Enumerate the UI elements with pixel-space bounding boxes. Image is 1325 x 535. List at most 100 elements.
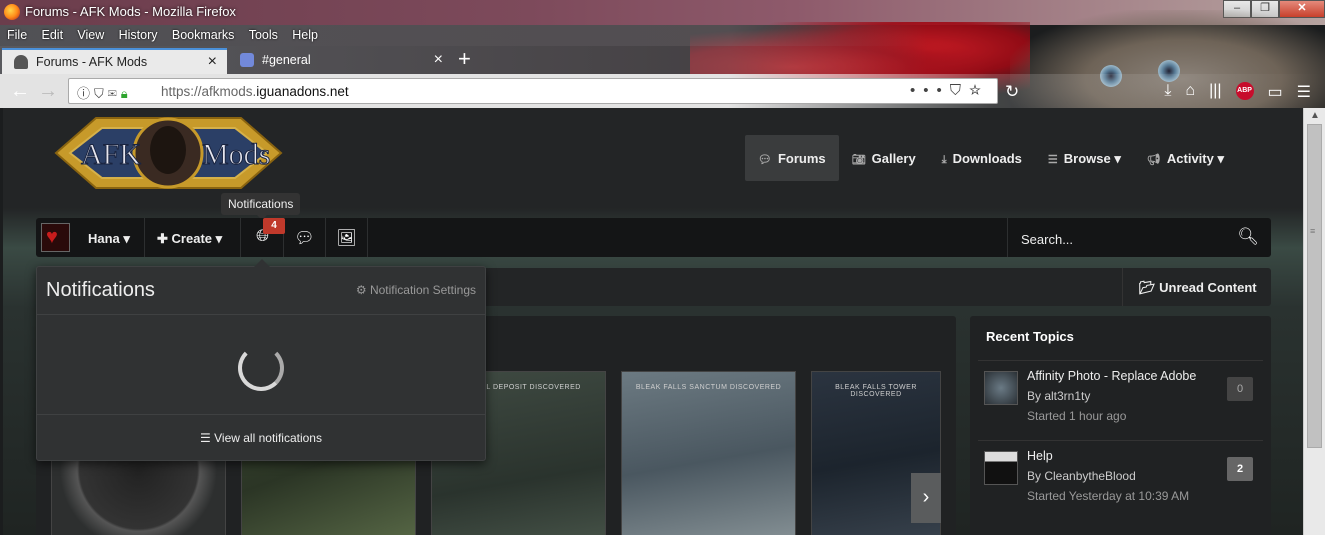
reply-count: 2 <box>1227 457 1253 481</box>
plus-icon: ✚ <box>157 231 168 246</box>
lock-icon: 🔒︎ <box>120 86 132 101</box>
download-icon: ⤓ <box>941 154 947 166</box>
chat-bubbles-icon: 💬︎ <box>294 230 315 247</box>
window-title: Forums - AFK Mods - Mozilla Firefox <box>25 4 236 19</box>
list-item: Help By CleanbytheBlood Started Yesterda… <box>978 440 1263 520</box>
svg-text:AFK: AFK <box>81 138 141 171</box>
comments-icon: 💬︎ <box>758 154 772 166</box>
search-box[interactable]: Search... 🔍︎ <box>1007 218 1271 257</box>
reload-icon[interactable]: ↻ <box>1005 82 1019 102</box>
loading-spinner-icon <box>238 345 284 391</box>
close-tab-icon[interactable]: × <box>434 51 443 69</box>
notification-count-badge: 4 <box>263 218 285 234</box>
camera-icon: 📷︎ <box>851 154 866 166</box>
heart-icon: ♥ <box>46 226 58 248</box>
menu-edit[interactable]: Edit <box>35 25 68 42</box>
tab-strip: Forums - AFK Mods × #general × + <box>0 46 1325 74</box>
nav-browse[interactable]: ☰ Browse ▾ <box>1035 135 1134 181</box>
list-item: Affinity Photo - Replace Adobe By alt3rn… <box>978 360 1263 440</box>
afk-mods-logo[interactable]: AFK Mods <box>36 108 301 198</box>
site-main-nav: 💬︎ Forums 📷︎ Gallery ⤓ Downloads ☰ Browse ▾ … <box>745 135 1237 181</box>
scrollbar-thumb[interactable] <box>1307 124 1322 448</box>
menu-file[interactable]: File <box>0 25 31 42</box>
home-icon[interactable]: ⌂ <box>1185 82 1195 102</box>
topic-author-avatar[interactable] <box>984 451 1018 485</box>
adblock-icon[interactable]: ABP <box>1235 82 1254 100</box>
topic-started: Started Yesterday at 10:39 AM <box>1027 489 1190 503</box>
user-avatar[interactable]: ♥ <box>41 223 70 252</box>
search-input[interactable]: Search... <box>1021 232 1073 247</box>
user-bar: ♥ Hana ▾ ✚ Create ▾ 🌐︎ 4 💬︎ 🖼︎ Search...… <box>36 218 1271 257</box>
nav-forums[interactable]: 💬︎ Forums <box>745 135 839 181</box>
search-icon[interactable]: 🔍︎ <box>1237 227 1259 247</box>
nav-gallery[interactable]: 📷︎ Gallery <box>839 135 929 181</box>
recent-topics-widget: Recent Topics Affinity Photo - Replace A… <box>970 316 1271 535</box>
menu-bookmarks[interactable]: Bookmarks <box>165 25 239 42</box>
nav-activity[interactable]: 📢︎ Activity ▾ <box>1134 135 1237 181</box>
back-arrow-icon[interactable]: ← <box>10 80 30 103</box>
url-bar[interactable]: ⓘ⛉✉🔒︎ https://afkmods.iguanadons.net •••… <box>68 78 998 104</box>
library-icon[interactable]: ||| <box>1209 82 1221 102</box>
nav-toolbar: ← → ⓘ⛉✉🔒︎ https://afkmods.iguanadons.net… <box>0 74 1325 108</box>
afk-mods-favicon-icon <box>14 55 28 69</box>
web-page: AFK Mods 💬︎ Forums 📷︎ Gallery ⤓ Downloads ☰… <box>3 108 1303 535</box>
more-actions-icon[interactable]: ••• <box>910 82 950 99</box>
url-text[interactable]: https://afkmods.iguanadons.net <box>161 84 349 99</box>
my-images-button[interactable]: 🖼︎ <box>326 218 368 257</box>
menu-help[interactable]: Help <box>285 25 322 42</box>
folder-open-icon: 📂︎ <box>1139 280 1156 295</box>
hamburger-menu-icon[interactable]: ☰ <box>1297 82 1311 102</box>
topic-title[interactable]: Affinity Photo - Replace Adobe <box>1027 369 1196 383</box>
menu-view[interactable]: View <box>70 25 108 42</box>
page-scrollbar[interactable]: ▲ ≡ <box>1303 108 1325 535</box>
user-menu[interactable]: Hana ▾ <box>76 218 145 257</box>
tab-general[interactable]: #general × <box>228 48 453 74</box>
topic-started: Started 1 hour ago <box>1027 409 1127 423</box>
scroll-up-icon[interactable]: ▲ <box>1310 110 1320 121</box>
topic-author[interactable]: By alt3rn1ty <box>1027 389 1090 403</box>
nav-downloads[interactable]: ⤓ Downloads <box>929 135 1035 181</box>
list-icon: ☰ <box>1047 154 1058 166</box>
bookmark-star-icon[interactable]: ☆ <box>969 82 989 99</box>
gear-icon: ⚙ <box>355 283 367 297</box>
tab-label: #general <box>262 53 311 67</box>
tab-label: Forums - AFK Mods <box>36 55 148 69</box>
menu-bar: File Edit View History Bookmarks Tools H… <box>0 25 1325 46</box>
menu-history[interactable]: History <box>112 25 162 42</box>
caret-down-icon: ▾ <box>215 231 223 246</box>
close-tab-icon[interactable]: × <box>208 53 217 71</box>
discord-favicon-icon <box>240 53 254 67</box>
caret-down-icon: ▾ <box>1114 151 1121 166</box>
pocket-icon[interactable]: ⛉ <box>950 82 969 99</box>
svg-text:Mods: Mods <box>202 138 270 171</box>
sidebar-icon[interactable]: ▭ <box>1268 82 1283 102</box>
topic-title[interactable]: Help <box>1027 449 1053 463</box>
new-tab-icon[interactable]: + <box>458 46 471 72</box>
caret-down-icon: ▾ <box>1217 151 1225 166</box>
create-menu[interactable]: ✚ Create ▾ <box>146 218 241 257</box>
messages-button[interactable]: 💬︎ <box>284 218 326 257</box>
notifications-header: Notifications ⚙ Notification Settings <box>37 267 485 315</box>
scrollbar-grip-icon: ≡ <box>1310 226 1316 236</box>
image-icon: 🖼︎ <box>336 230 357 247</box>
notifications-tooltip: Notifications <box>221 193 301 220</box>
downloads-icon[interactable]: ⤓ <box>1164 82 1171 102</box>
unread-content-button[interactable]: 📂︎ Unread Content <box>1122 268 1271 306</box>
topic-author-avatar[interactable] <box>984 371 1018 405</box>
carousel-next-button[interactable]: › <box>911 473 941 523</box>
site-info-icons[interactable]: ⓘ⛉✉🔒︎ <box>77 83 132 102</box>
gallery-thumbnail[interactable]: BLEAK FALLS SANCTUM DISCOVERED💬︎ 0 <box>621 371 796 535</box>
notifications-title: Notifications <box>46 279 155 301</box>
firefox-icon <box>4 4 20 20</box>
view-all-notifications-link[interactable]: ☰ View all notifications <box>37 414 485 460</box>
forward-arrow-icon[interactable]: → <box>38 80 58 103</box>
bullhorn-icon: 📢︎ <box>1146 154 1161 166</box>
list-icon: ☰ <box>200 431 211 445</box>
tab-forums[interactable]: Forums - AFK Mods × <box>2 48 227 74</box>
chevron-right-icon: › <box>922 486 930 508</box>
menu-tools[interactable]: Tools <box>242 25 282 42</box>
notification-settings-link[interactable]: ⚙ Notification Settings <box>356 283 476 297</box>
topic-author[interactable]: By CleanbytheBlood <box>1027 469 1136 483</box>
notifications-dropdown: Notifications ⚙ Notification Settings ☰ … <box>36 259 486 461</box>
reply-count: 0 <box>1227 377 1253 401</box>
